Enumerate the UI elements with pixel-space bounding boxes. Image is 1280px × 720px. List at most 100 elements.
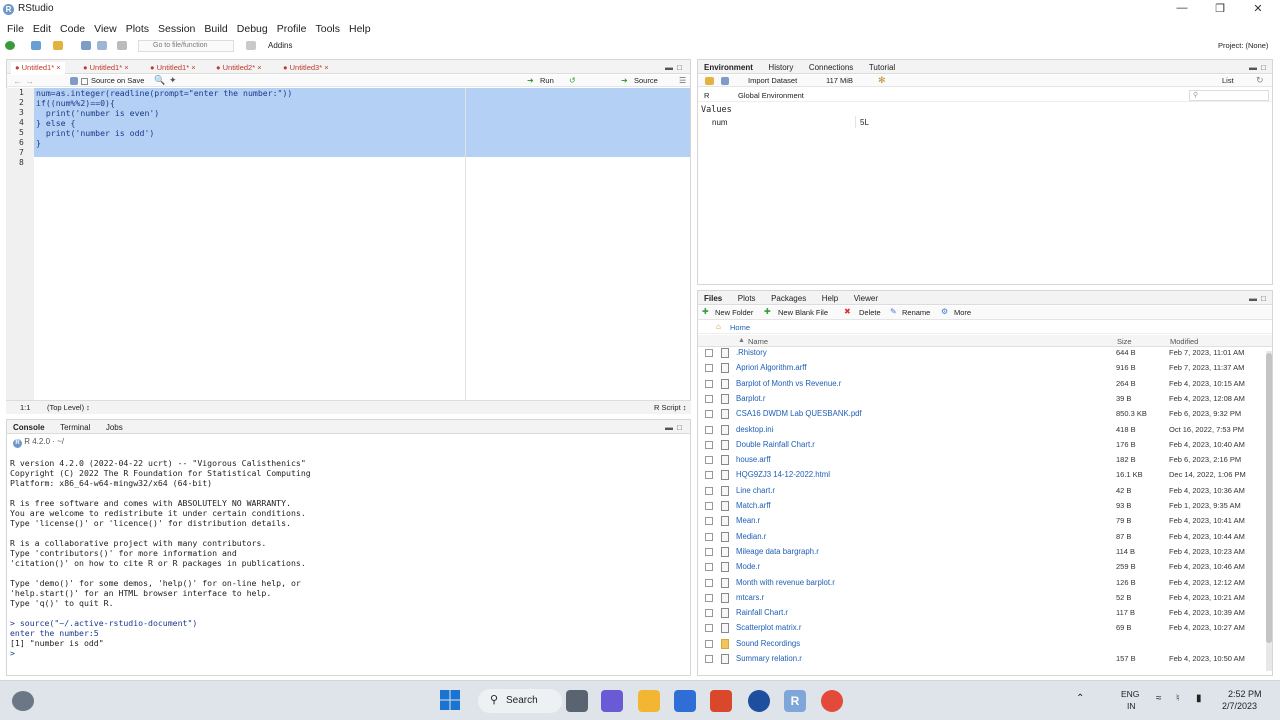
file-row[interactable]: HQG9ZJ3 14-12-2022.html 16.1 KB Dec 14, 20… xyxy=(697,468,1269,483)
tab-tutorial[interactable]: Tutorial xyxy=(869,63,895,72)
scope-level-menu[interactable]: (Top Level) ↕ xyxy=(47,403,90,412)
source-on-save-checkbox[interactable] xyxy=(81,78,88,85)
menu-session[interactable]: Session xyxy=(158,23,195,35)
maximize-pane-icon[interactable]: □ xyxy=(677,63,682,72)
col-modified-header[interactable]: Modified xyxy=(1170,337,1198,346)
editor-tab[interactable]: ● Untitled1* × xyxy=(146,62,200,74)
file-checkbox[interactable] xyxy=(705,349,713,357)
battery-icon[interactable]: ▮ xyxy=(1196,693,1202,704)
tab-terminal[interactable]: Terminal xyxy=(60,423,90,432)
file-name-link[interactable]: Barplot.r xyxy=(736,394,765,403)
file-row[interactable]: Sound Recordings xyxy=(697,637,1269,652)
run-button[interactable]: Run xyxy=(540,76,554,85)
file-checkbox[interactable] xyxy=(705,456,713,465)
code-line[interactable]: num=as.integer(readline(prompt="enter th… xyxy=(36,88,292,98)
editor-tab[interactable]: ● Untitled1* × xyxy=(79,62,133,74)
breadcrumb-home[interactable]: Home xyxy=(730,323,750,332)
file-name-link[interactable]: mtcars.r xyxy=(736,593,764,602)
back-arrow-icon[interactable]: ← xyxy=(13,76,22,86)
file-name-link[interactable]: Scatterplot matrix.r xyxy=(736,623,801,632)
office-icon[interactable] xyxy=(710,690,732,712)
tab-help[interactable]: Help xyxy=(822,294,838,303)
file-row[interactable]: Summary relation.r 157 B Feb 4, 2023, 10:5… xyxy=(697,652,1269,667)
chrome-icon[interactable] xyxy=(821,690,843,712)
go-to-file-input[interactable]: Go to file/function xyxy=(138,40,234,52)
save-icon[interactable] xyxy=(70,77,78,85)
menu-build[interactable]: Build xyxy=(204,23,227,35)
editor-tab-active[interactable]: ● Untitled1* × xyxy=(11,62,65,74)
store-icon[interactable] xyxy=(674,690,696,712)
file-name-link[interactable]: Mean.r xyxy=(736,516,760,525)
file-row[interactable]: Mileage data bargraph.r 114 B Feb 4, 2023,… xyxy=(697,545,1269,560)
file-checkbox[interactable] xyxy=(705,563,713,572)
file-row[interactable]: CSA16 DWDM Lab QUESBANK.pdf 850.3 KB Feb 6… xyxy=(697,407,1269,422)
tab-environment[interactable]: Environment xyxy=(704,63,753,72)
code-line[interactable]: if((num%%2)==0){ xyxy=(36,98,115,108)
file-row[interactable]: .Rhistory 644 B Feb 7, 2023, 11:01 AM xyxy=(697,346,1269,361)
file-row[interactable]: Line chart.r 42 B Feb 4, 2023, 10:36 AM xyxy=(697,484,1269,499)
file-row[interactable]: Rainfall Chart.r 117 B Feb 4, 2023, 10:39 … xyxy=(697,606,1269,621)
close-button[interactable]: ✕ xyxy=(1248,2,1268,18)
tab-viewer[interactable]: Viewer xyxy=(854,294,878,303)
tab-jobs[interactable]: Jobs xyxy=(106,423,123,432)
chevron-up-icon[interactable]: ⌃ xyxy=(1076,693,1084,704)
file-row[interactable]: Double Rainfall Chart.r 176 B Feb 4, 2023,… xyxy=(697,438,1269,453)
import-dataset-menu[interactable]: Import Dataset xyxy=(748,76,797,85)
file-checkbox[interactable] xyxy=(705,394,713,403)
taskbar-search-button[interactable]: ⚲ Search xyxy=(478,689,562,713)
tab-console[interactable]: Console xyxy=(13,423,45,432)
editor-tab[interactable]: ● Untitled2* × xyxy=(212,62,266,74)
col-size-header[interactable]: Size xyxy=(1117,337,1132,346)
file-row[interactable]: mtcars.r 52 B Feb 4, 2023, 10:21 AM xyxy=(697,591,1269,606)
code-line[interactable]: } else { xyxy=(36,118,75,128)
new-blank-file-button[interactable]: New Blank File xyxy=(778,308,828,317)
minimize-button[interactable]: — xyxy=(1172,2,1192,18)
search-icon[interactable]: 🔍 xyxy=(154,75,165,86)
open-file-icon[interactable] xyxy=(53,41,63,50)
file-checkbox[interactable] xyxy=(705,609,713,618)
more-menu[interactable]: More xyxy=(954,308,971,317)
file-checkbox[interactable] xyxy=(705,440,713,449)
source-button[interactable]: Source xyxy=(634,76,658,85)
tab-packages[interactable]: Packages xyxy=(771,294,806,303)
editor-tab[interactable]: ● Untitled3* × xyxy=(279,62,333,74)
menu-view[interactable]: View xyxy=(94,23,117,35)
windows-start-icon[interactable] xyxy=(440,690,460,710)
refresh-icon[interactable]: ↻ xyxy=(1256,75,1264,86)
global-environment-menu[interactable]: Global Environment xyxy=(738,91,804,100)
region-indicator[interactable]: IN xyxy=(1127,701,1136,711)
file-name-link[interactable]: desktop.ini xyxy=(736,425,773,434)
save-workspace-icon[interactable] xyxy=(721,77,729,85)
forward-arrow-icon[interactable]: → xyxy=(25,76,34,86)
weather-icon[interactable] xyxy=(12,691,34,711)
col-name-header[interactable]: Name xyxy=(748,337,768,346)
file-row[interactable]: house.arff 182 B Feb 6, 2023, 2:16 PM xyxy=(697,453,1269,468)
save-icon[interactable] xyxy=(81,41,91,50)
file-name-link[interactable]: Mileage data bargraph.r xyxy=(736,547,819,556)
tab-history[interactable]: History xyxy=(768,63,793,72)
file-name-link[interactable]: Month with revenue barplot.r xyxy=(736,578,835,587)
file-name-link[interactable]: HQG9ZJ3 14-12-2022.html xyxy=(736,470,830,479)
file-row[interactable]: Match.arff 93 B Feb 1, 2023, 9:35 AM xyxy=(697,499,1269,514)
language-indicator[interactable]: ENG xyxy=(1121,689,1139,699)
file-checkbox[interactable] xyxy=(705,425,713,434)
var-name[interactable]: num xyxy=(712,118,728,127)
file-row[interactable]: Barplot.r 39 B Feb 4, 2023, 12:08 AM xyxy=(697,392,1269,407)
file-row[interactable]: desktop.ini 418 B Oct 16, 2022, 7:53 PM xyxy=(697,423,1269,438)
save-all-icon[interactable] xyxy=(97,41,107,50)
file-name-link[interactable]: Line chart.r xyxy=(736,486,775,495)
project-menu[interactable]: Project: (None) xyxy=(1218,41,1268,50)
file-name-link[interactable]: Barplot of Month vs Revenue.r xyxy=(736,379,841,388)
file-checkbox[interactable] xyxy=(705,517,713,526)
rstudio-taskbar-icon[interactable]: R xyxy=(784,690,806,712)
menu-profile[interactable]: Profile xyxy=(277,23,307,35)
file-checkbox[interactable] xyxy=(705,624,713,633)
file-row[interactable]: Mean.r 79 B Feb 4, 2023, 10:41 AM xyxy=(697,514,1269,529)
file-checkbox[interactable] xyxy=(705,639,713,648)
maximize-pane-icon[interactable]: □ xyxy=(677,423,682,432)
new-file-icon[interactable] xyxy=(5,41,15,50)
addins-menu[interactable]: Addins xyxy=(268,41,292,50)
rerun-icon[interactable]: ↺ xyxy=(569,76,576,85)
file-name-link[interactable]: CSA16 DWDM Lab QUESBANK.pdf xyxy=(736,409,862,418)
file-row[interactable]: Apriori Algorithm.arff 916 B Feb 7, 2023, … xyxy=(697,361,1269,376)
